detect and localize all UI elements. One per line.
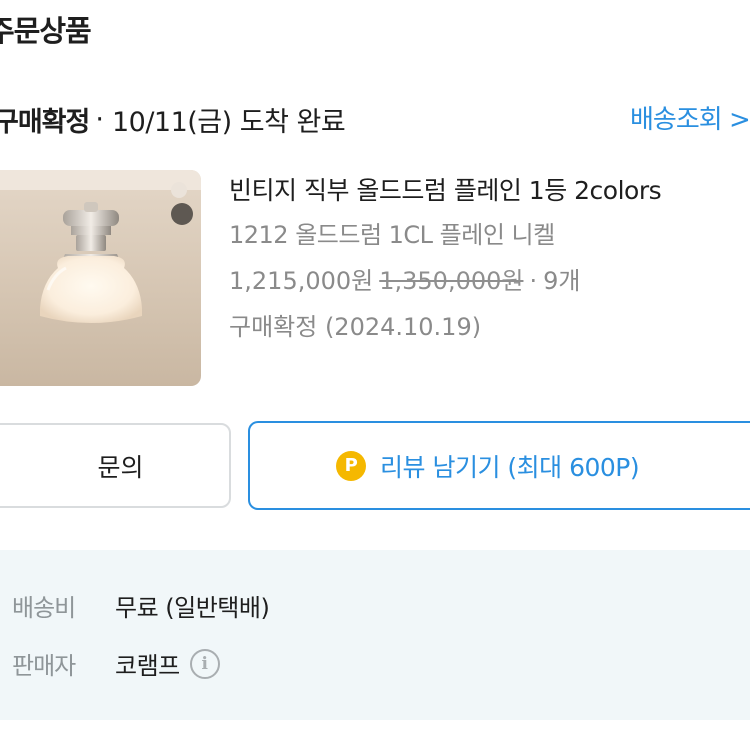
shipping-fee-value: 무료 (일반택배) <box>115 594 270 622</box>
order-status-row: 구매확정 · 10/11(금) 도착 완료 배송조회 > <box>0 97 750 141</box>
product-image[interactable] <box>0 170 201 386</box>
write-review-button[interactable]: P 리뷰 남기기 (최대 600P) <box>248 421 750 510</box>
original-price: 1,350,000원 <box>379 267 524 295</box>
delivery-info-box: 배송비 무료 (일반택배) 판매자 코램프 i <box>0 550 750 720</box>
quantity: 9개 <box>543 267 581 295</box>
inquiry-button[interactable]: 문의 <box>0 423 231 508</box>
product-info: 빈티지 직부 올드드럼 플레인 1등 2colors 1212 올드드럼 1CL… <box>229 170 750 350</box>
sale-price: 1,215,000원 <box>229 267 374 295</box>
status-separator: · <box>95 103 104 135</box>
arrival-status: 10/11(금) 도착 완료 <box>111 106 346 138</box>
section-title: 주문상품 <box>0 14 92 48</box>
seller-name[interactable]: 코램프 <box>115 646 180 681</box>
info-icon[interactable]: i <box>189 648 220 679</box>
product-option: 1212 올드드럼 1CL 플레인 니켈 <box>229 221 555 249</box>
lamp-photo <box>0 170 201 323</box>
order-status: 구매확정 <box>0 106 90 138</box>
seller-row: 판매자 코램프 i <box>12 646 220 681</box>
price-line: 1,215,000원 1,350,000원 · 9개 <box>229 258 750 304</box>
confirmation-date: 구매확정 (2024.10.19) <box>229 313 482 341</box>
point-coin-icon: P <box>336 450 366 481</box>
track-delivery-link[interactable]: 배송조회 > <box>630 99 750 136</box>
product-name[interactable]: 빈티지 직부 올드드럼 플레인 1등 2colors <box>229 170 750 212</box>
quantity-separator: · <box>529 267 538 295</box>
seller-label: 판매자 <box>12 652 76 680</box>
review-button-label: 리뷰 남기기 (최대 600P) <box>380 452 640 482</box>
shipping-fee-label: 배송비 <box>12 594 76 622</box>
shipping-fee-row: 배송비 무료 (일반택배) <box>12 588 270 623</box>
